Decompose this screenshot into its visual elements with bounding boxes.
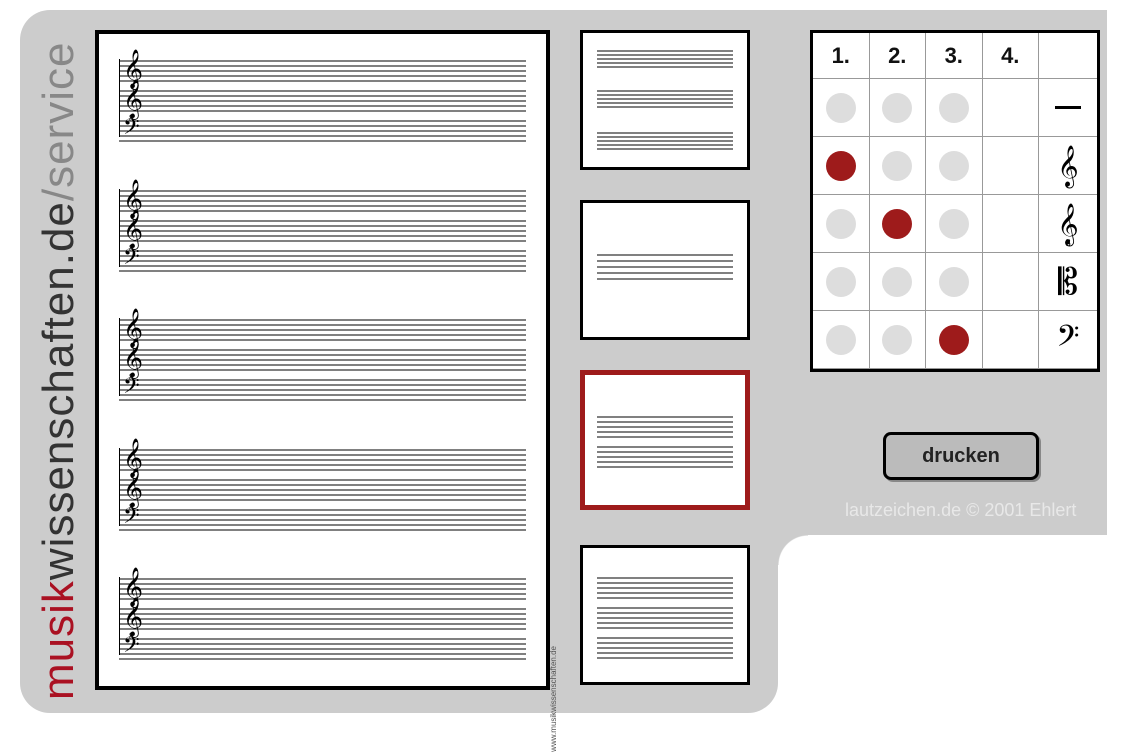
thumb-layout-1[interactable] [580, 200, 750, 340]
treble8-clef-icon: 𝄞 [123, 83, 143, 117]
grid-radio-none-4[interactable] [983, 79, 1040, 137]
preview-staff: 𝄞 [119, 577, 526, 601]
grid-radio-treble8-3[interactable] [926, 195, 983, 253]
grid-header-1: 1. [813, 33, 870, 79]
brand-part2: wissenschaften.de [34, 201, 83, 580]
bass-clef-icon: 𝄢 [123, 247, 140, 273]
preview-staff: 𝄢 [119, 378, 526, 402]
grid-radio-bass-3[interactable] [926, 311, 983, 369]
preview-staff: 𝄞 [119, 59, 526, 83]
print-button[interactable]: drucken [883, 432, 1039, 480]
treble8-clef-icon: 𝄞 [123, 472, 143, 506]
thumb-icon-3-gap [583, 33, 747, 167]
grid-radio-treble-3[interactable] [926, 137, 983, 195]
thumb-icon-1-center [583, 203, 747, 337]
grid-radio-alto-4[interactable] [983, 253, 1040, 311]
grid-radio-alto-3[interactable] [926, 253, 983, 311]
thumb-layout-0[interactable] [580, 30, 750, 170]
preview-staff: 𝄞 [119, 478, 526, 502]
bass-clef-icon: 𝄢 [123, 117, 140, 143]
app-panel-notch [778, 535, 808, 565]
page-preview: 𝄞𝄞𝄢𝄞𝄞𝄢𝄞𝄞𝄢𝄞𝄞𝄢𝄞𝄞𝄢 www.musikwissenschaften.… [95, 30, 550, 690]
grid-radio-bass-2[interactable] [870, 311, 927, 369]
brand-slash: / [34, 188, 83, 201]
grid-radio-none-1[interactable] [813, 79, 870, 137]
treble8-clef-icon: 𝄞 [123, 342, 143, 376]
brand-text: musikwissenschaften.de/service [34, 41, 84, 700]
grid-radio-treble8-4[interactable] [983, 195, 1040, 253]
grid-radio-bass-1[interactable] [813, 311, 870, 369]
alto-clef-icon: 𝄡 [1039, 253, 1097, 311]
none-icon [1039, 79, 1097, 137]
preview-staff: 𝄢 [119, 637, 526, 661]
preview-staff: 𝄞 [119, 189, 526, 213]
grid-header-3: 3. [926, 33, 983, 79]
preview-staff: 𝄢 [119, 508, 526, 532]
grid-radio-treble-1[interactable] [813, 137, 870, 195]
grid-radio-bass-4[interactable] [983, 311, 1040, 369]
grid-radio-treble-2[interactable] [870, 137, 927, 195]
preview-staff: 𝄞 [119, 219, 526, 243]
preview-staff: 𝄢 [119, 119, 526, 143]
treble8-clef-icon: 𝄞 [123, 601, 143, 635]
treble8-clef-icon: 𝄞 [1039, 195, 1097, 253]
preview-staff: 𝄞 [119, 89, 526, 113]
print-button-label: drucken [922, 445, 1000, 468]
grid-radio-treble-4[interactable] [983, 137, 1040, 195]
preview-staff: 𝄞 [119, 607, 526, 631]
preview-watermark: www.musikwissenschaften.de [549, 646, 558, 752]
preview-system: 𝄞𝄞𝄢 [119, 577, 526, 661]
thumb-layout-3[interactable] [580, 545, 750, 685]
copyright-text: lautzeichen.de © 2001 Ehlert [845, 500, 1076, 521]
grid-radio-treble8-1[interactable] [813, 195, 870, 253]
grid-header-5 [1039, 33, 1097, 79]
bass-clef-icon: 𝄢 [123, 376, 140, 402]
preview-system: 𝄞𝄞𝄢 [119, 318, 526, 402]
brand-part1: musik [34, 580, 83, 700]
preview-staff: 𝄞 [119, 348, 526, 372]
treble8-clef-icon: 𝄞 [123, 213, 143, 247]
thumb-icon-2-center [585, 375, 745, 505]
grid-radio-none-2[interactable] [870, 79, 927, 137]
preview-staff: 𝄞 [119, 318, 526, 342]
preview-system: 𝄞𝄞𝄢 [119, 448, 526, 532]
treble-clef-icon: 𝄞 [1039, 137, 1097, 195]
preview-staff: 𝄞 [119, 448, 526, 472]
grid-radio-treble8-2[interactable] [870, 195, 927, 253]
preview-system: 𝄞𝄞𝄢 [119, 59, 526, 143]
preview-system: 𝄞𝄞𝄢 [119, 189, 526, 273]
grid-radio-alto-2[interactable] [870, 253, 927, 311]
bass-clef-icon: 𝄢 [123, 506, 140, 532]
bass-clef-icon: 𝄢 [123, 635, 140, 661]
grid-radio-none-3[interactable] [926, 79, 983, 137]
grid-radio-alto-1[interactable] [813, 253, 870, 311]
thumb-layout-2[interactable] [580, 370, 750, 510]
brand-part3: service [34, 41, 83, 187]
grid-header-2: 2. [870, 33, 927, 79]
preview-staff: 𝄢 [119, 249, 526, 273]
grid-header-4: 4. [983, 33, 1040, 79]
thumb-icon-3-even [583, 548, 747, 682]
bass-clef-icon: 𝄢 [1039, 311, 1097, 369]
clef-grid: 1. 2. 3. 4. 𝄞 𝄞 𝄡 𝄢 [810, 30, 1100, 372]
